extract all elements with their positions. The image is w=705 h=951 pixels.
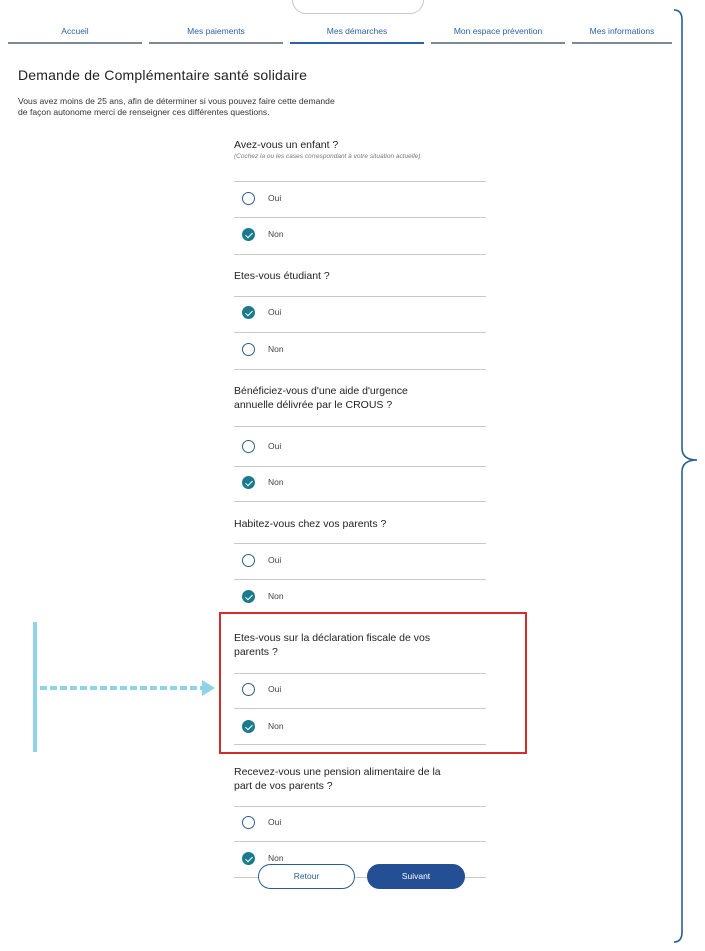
question-parents: Habitez-vous chez vos parents ? (234, 517, 486, 531)
radio-checked-icon[interactable] (242, 306, 255, 319)
option-non[interactable]: Non (242, 342, 442, 360)
question-title: Avez-vous un enfant ? (234, 139, 339, 151)
question-title-line-2: annuelle délivrée par le CROUS ? (234, 399, 393, 411)
question-etudiant: Etes-vous étudiant ? (234, 269, 486, 283)
tab-underline (149, 42, 283, 44)
radio-unchecked-icon[interactable] (242, 440, 255, 453)
question-hint: (Cochez la ou les cases correspondant à … (234, 153, 421, 160)
tab-mes-informations[interactable]: Mes informations (572, 22, 672, 44)
tab-underline (431, 42, 565, 44)
divider (234, 466, 486, 467)
tab-underline (572, 42, 672, 44)
divider (234, 841, 486, 842)
option-label: Non (268, 344, 284, 354)
option-oui[interactable]: Oui (242, 191, 442, 209)
question-title: Habitez-vous chez vos parents ? (234, 518, 387, 530)
tab-label: Mon espace prévention (453, 26, 543, 36)
radio-unchecked-icon[interactable] (242, 192, 255, 205)
option-non[interactable]: Non (242, 589, 442, 607)
annotation-dotted-arrow (40, 686, 202, 690)
tab-label: Accueil (61, 26, 89, 36)
right-brace-icon (673, 9, 698, 943)
option-oui[interactable]: Oui (242, 439, 442, 457)
divider (234, 254, 486, 255)
tab-mes-demarches[interactable]: Mes démarches (290, 22, 424, 44)
tab-label: Mes informations (589, 26, 655, 36)
divider (234, 217, 486, 218)
option-non[interactable]: Non (242, 227, 442, 245)
divider (234, 332, 486, 333)
page-title: Demande de Complémentaire santé solidair… (18, 67, 308, 83)
option-label: Oui (268, 555, 282, 565)
option-label: Non (268, 477, 284, 487)
option-label: Oui (268, 193, 282, 203)
arrow-right-icon (202, 680, 215, 696)
question-enfant: Avez-vous un enfant ? (Cochez la ou les … (234, 138, 486, 160)
next-button[interactable]: Suivant (367, 864, 465, 889)
option-label: Non (268, 591, 284, 601)
tab-underline (8, 42, 142, 44)
divider (234, 501, 486, 502)
option-oui[interactable]: Oui (242, 553, 442, 571)
top-tab-pill (292, 0, 424, 14)
radio-unchecked-icon[interactable] (242, 816, 255, 829)
option-label: Non (268, 229, 284, 239)
question-crous: Bénéficiez-vous d'une aide d'urgence ann… (234, 384, 486, 412)
annotation-bar (33, 622, 37, 752)
divider (234, 579, 486, 580)
radio-checked-icon[interactable] (242, 590, 255, 603)
question-pension-alimentaire: Recevez-vous une pension alimentaire de … (234, 765, 486, 793)
divider (234, 181, 486, 182)
intro-line-1: Vous avez moins de 25 ans, afin de déter… (18, 96, 335, 106)
radio-unchecked-icon[interactable] (242, 343, 255, 356)
option-label: Non (268, 853, 284, 863)
option-label: Oui (268, 441, 282, 451)
tab-label: Mes paiements (187, 26, 245, 36)
intro-text: Vous avez moins de 25 ans, afin de déter… (18, 96, 438, 118)
option-oui[interactable]: Oui (242, 305, 442, 323)
highlight-box (219, 612, 527, 754)
radio-checked-icon[interactable] (242, 852, 255, 865)
question-title: Etes-vous étudiant ? (234, 270, 330, 282)
option-non[interactable]: Non (242, 475, 442, 493)
radio-unchecked-icon[interactable] (242, 554, 255, 567)
question-title-line-2: part de vos parents ? (234, 780, 333, 792)
tab-mon-espace-prevention[interactable]: Mon espace prévention (431, 22, 565, 44)
tab-accueil[interactable]: Accueil (8, 22, 142, 44)
back-button[interactable]: Retour (258, 864, 355, 889)
divider (234, 296, 486, 297)
tab-label: Mes démarches (326, 26, 388, 36)
question-title-line-1: Recevez-vous une pension alimentaire de … (234, 766, 441, 778)
divider (234, 806, 486, 807)
radio-checked-icon[interactable] (242, 476, 255, 489)
option-label: Oui (268, 307, 282, 317)
divider (234, 543, 486, 544)
divider (234, 426, 486, 427)
tab-underline (290, 42, 424, 44)
main-nav: Accueil Mes paiements Mes démarches Mon … (8, 22, 672, 44)
option-oui[interactable]: Oui (242, 815, 442, 833)
divider (234, 369, 486, 370)
question-title-line-1: Bénéficiez-vous d'une aide d'urgence (234, 385, 408, 397)
tab-mes-paiements[interactable]: Mes paiements (149, 22, 283, 44)
intro-line-2: de façon autonome merci de renseigner ce… (18, 107, 270, 117)
option-label: Oui (268, 817, 282, 827)
radio-checked-icon[interactable] (242, 228, 255, 241)
